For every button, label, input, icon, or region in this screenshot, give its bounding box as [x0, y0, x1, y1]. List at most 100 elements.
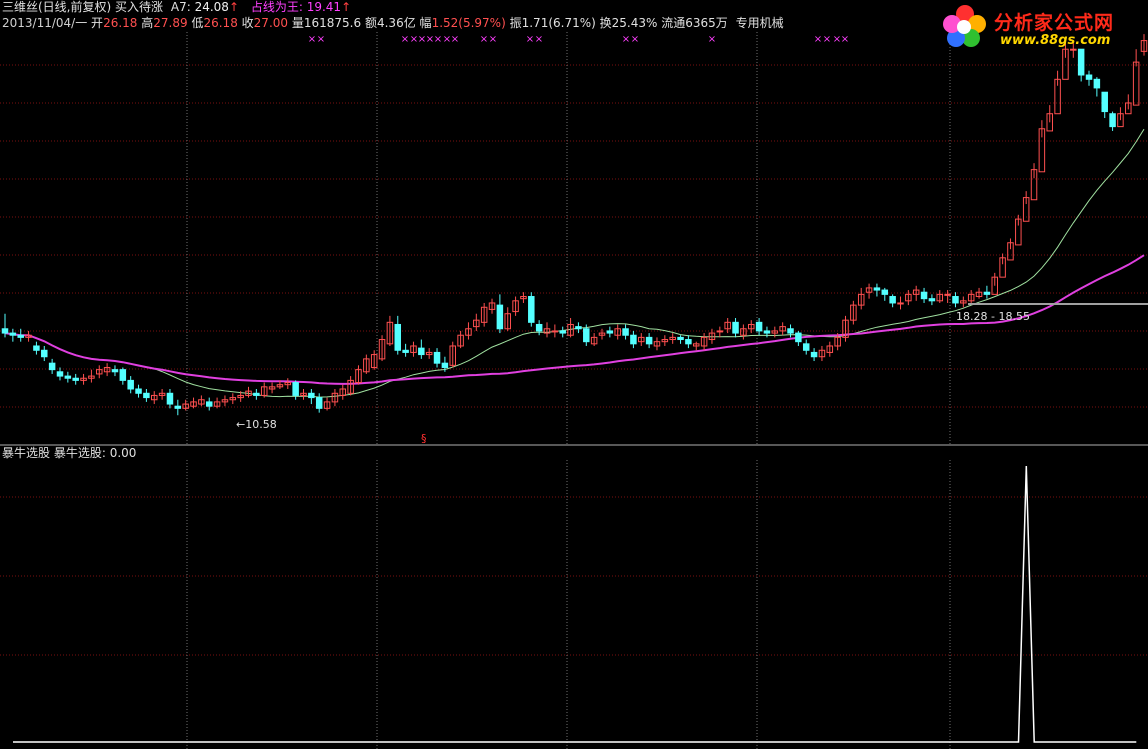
candle-body	[308, 392, 315, 399]
candle-body	[433, 351, 441, 364]
candle-body	[127, 379, 134, 390]
candle-body	[143, 392, 150, 399]
volume-label: 量	[291, 16, 304, 30]
stock-title: 三维丝(日线,前复权)	[2, 0, 112, 14]
candle-body	[135, 388, 142, 394]
candle-body	[551, 330, 559, 333]
candle-body	[1101, 91, 1108, 113]
candle-body	[755, 321, 763, 332]
site-logo[interactable]: 分析家公式网 www.88gs.com	[940, 2, 1140, 52]
open-label: 开	[91, 16, 104, 30]
candle-body	[48, 362, 56, 371]
candle-body	[205, 401, 213, 407]
indicator-header: 暴牛选股 暴牛选股: 0.00	[2, 446, 136, 461]
candle-body	[64, 375, 72, 379]
candle-body	[763, 330, 771, 334]
candle-body	[810, 351, 818, 358]
x-signal-marker: ×	[451, 34, 459, 45]
x-signal-marker: ×	[708, 34, 716, 45]
candle-body	[802, 343, 810, 351]
candle-body	[787, 328, 794, 334]
candle-body	[56, 371, 64, 377]
close-label: 收	[241, 16, 254, 30]
candle-body	[535, 323, 543, 332]
indicator-name: 暴牛选股	[2, 446, 51, 460]
x-signal-marker: ×	[434, 34, 442, 45]
candle-body	[920, 291, 928, 300]
indicator-line	[13, 465, 1137, 743]
flower-logo-icon	[943, 5, 986, 47]
candle-body	[72, 377, 79, 381]
candle-body	[166, 392, 174, 405]
low-price-marker: ←10.58	[236, 418, 277, 431]
candle-body	[9, 332, 17, 336]
x-signal-marker: ×	[489, 34, 497, 45]
range-price-marker: 18.28 - 18.55	[956, 310, 1030, 323]
ma-short-line	[4, 128, 1145, 398]
candle-body	[292, 382, 299, 396]
candle-body	[716, 330, 724, 333]
candle-body	[315, 397, 323, 409]
zhanxian-arrow: ↑	[341, 0, 352, 14]
signal-label: 买入待涨	[115, 0, 164, 14]
high-label: 高	[141, 16, 154, 30]
zhanxian-value: 19.41	[306, 0, 342, 14]
candle-body	[889, 296, 896, 304]
a7-label: A7:	[170, 0, 191, 14]
signal-marker: §	[421, 432, 427, 445]
candle-body	[873, 287, 881, 291]
x-signal-marker: ×	[401, 34, 409, 45]
quote-date: 2013/11/04/一	[2, 16, 88, 30]
chart-title-bar: 三维丝(日线,前复权) 买入待涨 A7: 24.08↑ 占线为王: 19.41↑	[2, 0, 351, 15]
x-signal-marker: ×	[480, 34, 488, 45]
x-signal-marker: ×	[526, 34, 534, 45]
x-signal-marker: ×	[308, 34, 316, 45]
candle-body	[17, 334, 24, 338]
candle-body	[1109, 113, 1116, 128]
candle-body	[1093, 78, 1101, 89]
candle-body	[983, 291, 991, 295]
range-label: 幅	[419, 16, 432, 30]
candle-body	[496, 304, 504, 330]
candle-body	[928, 298, 936, 302]
candle-body	[528, 296, 535, 323]
turnover-label: 换	[599, 16, 612, 30]
float-value: 6365万	[685, 16, 728, 30]
candle-body	[33, 345, 40, 351]
candle-body	[394, 323, 402, 351]
a7-value: 24.08	[194, 0, 229, 14]
a7-arrow: ↑	[228, 0, 239, 14]
candle-body	[418, 347, 425, 356]
candle-body	[645, 336, 653, 345]
x-signal-marker: ×	[317, 34, 325, 45]
x-signal-marker: ×	[823, 34, 831, 45]
candle-body	[441, 362, 449, 368]
amount-label: 额	[364, 16, 377, 30]
sector-label: 专用机械	[735, 16, 784, 30]
candle-body	[952, 296, 959, 304]
high-value: 27.89	[153, 16, 188, 30]
candle-body	[253, 392, 260, 396]
chart-canvas[interactable]: × × × × × × × × × × × × × × × × × × × ×	[0, 0, 1148, 749]
amount-value: 4.36亿	[376, 16, 416, 30]
logo-url: www.88gs.com	[1000, 33, 1111, 48]
candle-body	[606, 330, 614, 334]
x-signal-marker: ×	[841, 34, 849, 45]
indicator-value-label: 暴牛选股:	[53, 446, 106, 460]
candle-body	[559, 330, 566, 334]
candle-body	[1085, 74, 1093, 80]
low-value: 26.18	[203, 16, 238, 30]
candle-body	[583, 328, 590, 343]
candle-body	[174, 405, 182, 409]
candle-body	[119, 369, 127, 381]
candle-body	[402, 349, 409, 353]
volume-value: 161875.6	[303, 16, 362, 30]
candle-body	[732, 321, 739, 334]
candle-body	[41, 349, 48, 358]
amplitude-label: 振	[509, 16, 522, 30]
candle-body	[575, 326, 582, 330]
candle-body	[111, 369, 119, 373]
quote-bar: 2013/11/04/一 开26.18 高27.89 低26.18 收27.00…	[2, 16, 784, 31]
candle-body	[685, 339, 692, 345]
close-value: 27.00	[253, 16, 289, 30]
